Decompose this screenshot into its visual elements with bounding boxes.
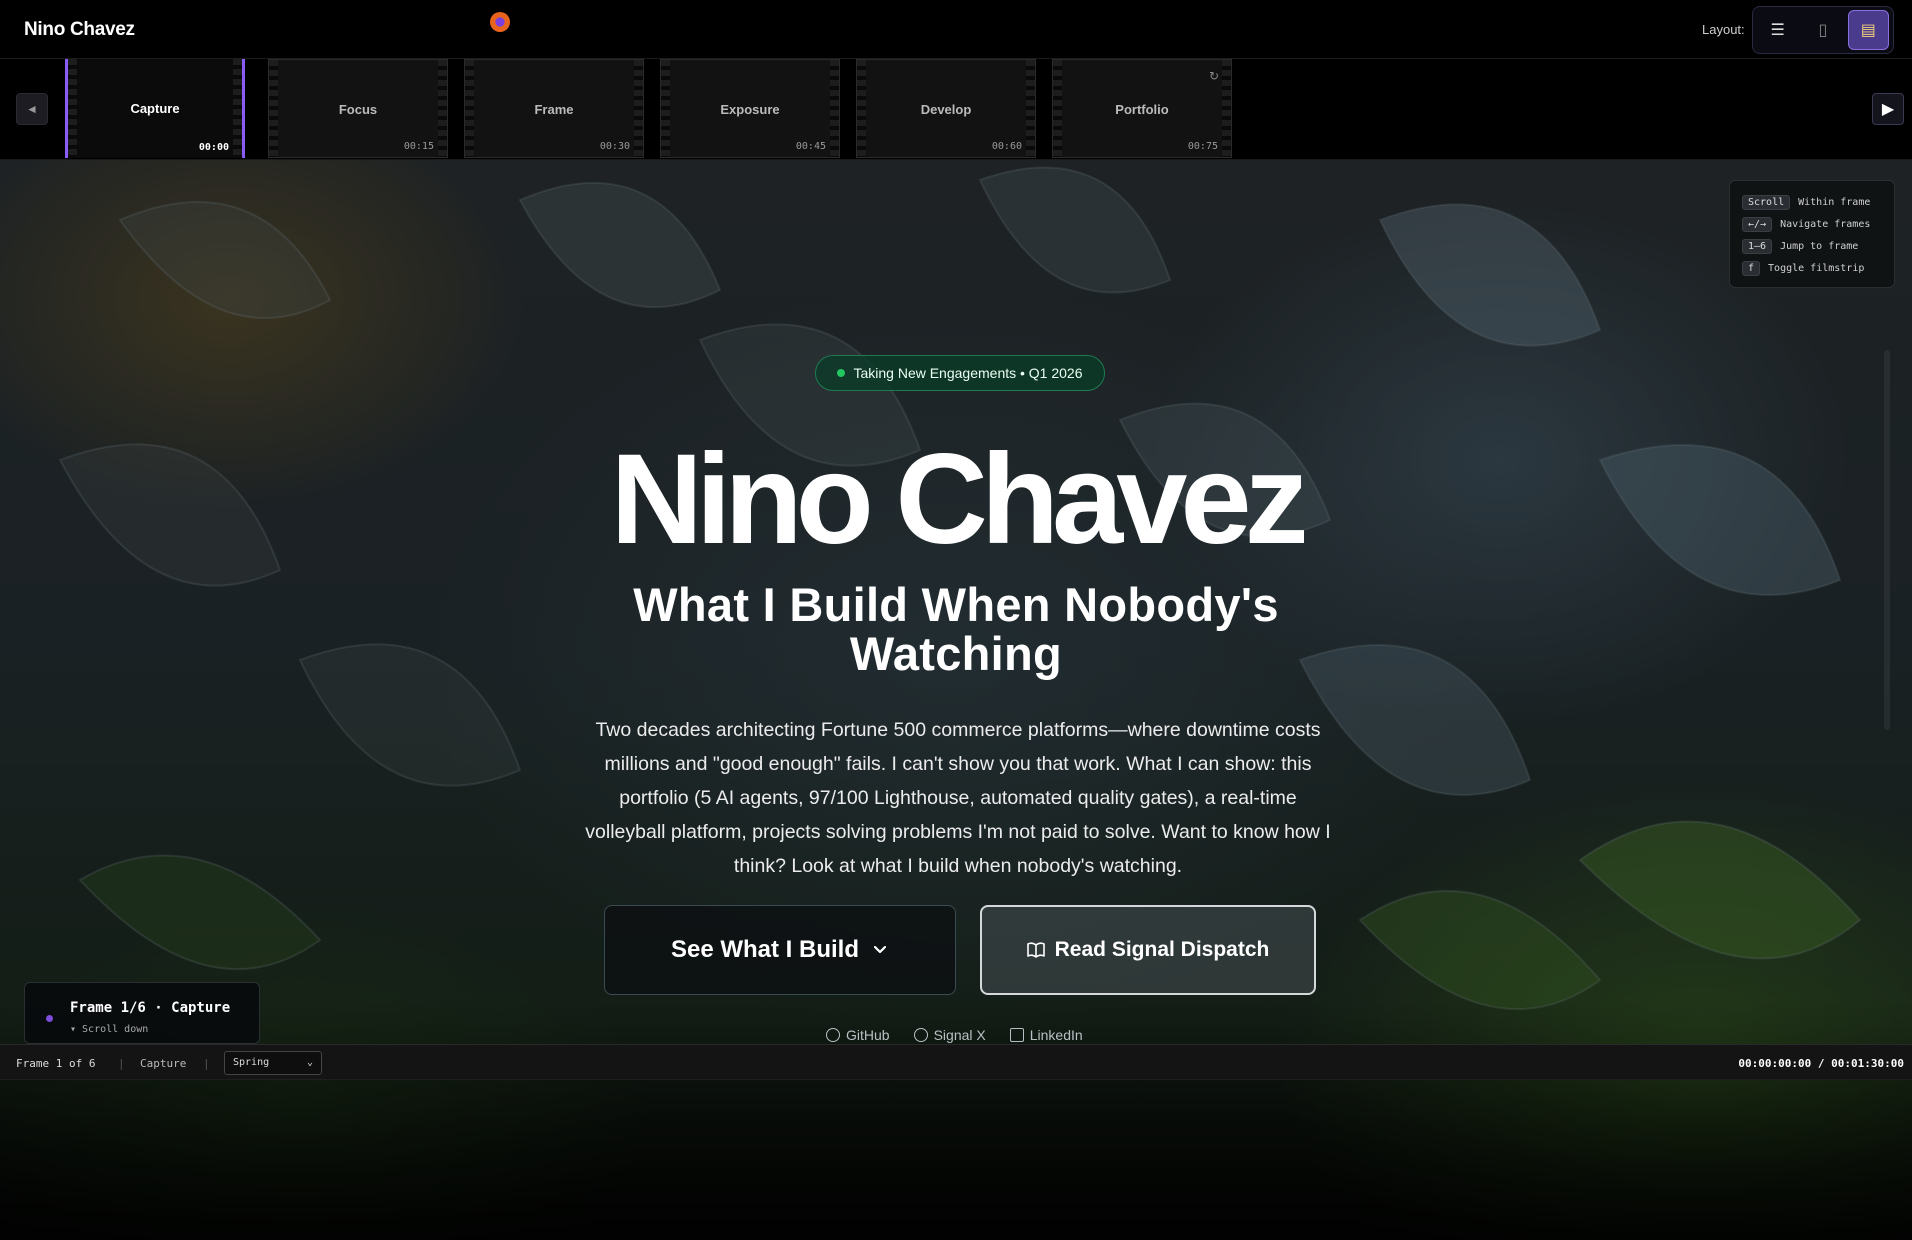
list-icon: ☰ <box>1770 22 1785 39</box>
filmstrip: ◄ Capture 00:00 Focus 00:15 Frame 00:30 … <box>0 59 1912 160</box>
frame-card-develop[interactable]: Develop 00:60 <box>856 59 1036 158</box>
frame-card-title: Capture <box>130 101 180 116</box>
frame-dot-icon <box>46 1015 53 1022</box>
brand-logo-text[interactable]: Nino Chavez <box>24 19 135 41</box>
shortcut-description: Navigate frames <box>1780 218 1871 230</box>
frame-card-exposure[interactable]: Exposure 00:45 <box>660 59 840 158</box>
separator: | <box>203 1057 210 1070</box>
frame-card-time: 00:15 <box>403 141 434 152</box>
filmstrip-play-button[interactable]: ▶ <box>1872 93 1904 125</box>
linkedin-link-label: LinkedIn <box>1029 1027 1083 1043</box>
layout-list-button[interactable]: ☰ <box>1757 10 1798 50</box>
hero-description: Two decades architecting Fortune 500 com… <box>585 719 1331 877</box>
read-signal-dispatch-button[interactable]: Read Signal Dispatch <box>980 905 1316 995</box>
see-what-i-build-button[interactable]: See What I Build <box>604 905 956 995</box>
status-orb-icon[interactable] <box>490 12 510 32</box>
frame-card-capture[interactable]: Capture 00:00 <box>65 59 245 158</box>
github-icon <box>913 1028 928 1042</box>
signal-x-link-label: Signal X <box>933 1027 986 1043</box>
status-dot-icon <box>837 369 846 377</box>
shortcut-key: ←/→ <box>1742 216 1773 232</box>
current-frame-indicator: Frame 1/6 · Capture ▾ Scroll down <box>24 982 260 1044</box>
frame-card-title: Frame <box>534 102 574 117</box>
see-what-i-build-label: See What I Build <box>670 936 859 963</box>
frame-card-time: 00:45 <box>795 141 826 152</box>
github-icon <box>826 1028 840 1042</box>
frame-card-time: 00:75 <box>1187 141 1218 152</box>
shortcut-row: 1–6 Jump to frame <box>1742 235 1882 257</box>
frame-card-time: 00:60 <box>991 141 1022 152</box>
github-link-label: GitHub <box>846 1027 890 1043</box>
frame-name: Capture <box>140 1057 187 1070</box>
frame-card-time: 00:30 <box>599 141 630 152</box>
season-select-value: Spring <box>233 1057 270 1068</box>
layout-book-button[interactable]: ▯ <box>1802 10 1843 50</box>
open-book-icon <box>1026 942 1045 958</box>
frame-card-focus[interactable]: Focus 00:15 <box>268 59 448 158</box>
github-link[interactable]: GitHub <box>826 1027 890 1043</box>
frame-card-portfolio[interactable]: ↻ Portfolio 00:75 <box>1052 59 1232 158</box>
frame-card-time: 00:00 <box>198 142 229 153</box>
top-navigation-bar: Nino Chavez Layout: ☰ ▯ ▤ <box>0 0 1912 59</box>
separator: | <box>118 1057 125 1070</box>
availability-badge: Taking New Engagements • Q1 2026 <box>815 355 1105 391</box>
read-signal-dispatch-label: Read Signal Dispatch <box>1054 938 1270 961</box>
timecode: 00:00:00:00 / 00:01:30:00 <box>1738 1057 1904 1070</box>
layout-filmstrip-button[interactable]: ▤ <box>1847 10 1890 50</box>
frame-card-title: Exposure <box>720 102 780 117</box>
shortcut-row: ←/→ Navigate frames <box>1742 213 1882 235</box>
frame-card-title: Focus <box>338 102 378 117</box>
refresh-icon: ↻ <box>1208 69 1219 83</box>
chevron-down-icon: ⌄ <box>306 1057 313 1068</box>
play-icon: ▶ <box>1881 101 1895 118</box>
book-icon: ▯ <box>1818 22 1828 39</box>
layout-switcher: ☰ ▯ ▤ <box>1752 6 1894 54</box>
frame-card-title: Develop <box>920 102 972 117</box>
frame-card-title: Portfolio <box>1115 102 1169 117</box>
social-links: GitHub Signal X LinkedIn <box>826 1027 1083 1043</box>
linkedin-icon <box>1009 1028 1024 1042</box>
shortcut-description: Within frame <box>1798 196 1871 208</box>
chevron-down-icon <box>873 945 887 954</box>
signal-x-link[interactable]: Signal X <box>913 1027 986 1043</box>
shortcut-key: 1–6 <box>1742 238 1773 254</box>
shortcut-row: f Toggle filmstrip <box>1742 257 1882 279</box>
shortcut-description: Toggle filmstrip <box>1768 262 1865 274</box>
shortcut-row: Scroll Within frame <box>1742 191 1882 213</box>
shortcut-key: f <box>1742 260 1761 276</box>
frame-card-frame[interactable]: Frame 00:30 <box>464 59 644 158</box>
layout-label: Layout: <box>1702 22 1745 37</box>
shortcut-key: Scroll <box>1742 194 1791 210</box>
filmstrip-icon: ▤ <box>1860 22 1876 39</box>
linkedin-link[interactable]: LinkedIn <box>1009 1027 1083 1043</box>
keyboard-shortcuts-panel: Scroll Within frame ←/→ Navigate frames … <box>1729 180 1895 288</box>
bottom-status-bar: Frame 1 of 6 | Capture | Spring ⌄ 00:00:… <box>0 1044 1912 1080</box>
hero-subtitle: What I Build When Nobody's Watching <box>633 578 1279 680</box>
hero-title: Nino Chavez <box>610 428 1308 571</box>
filmstrip-prev-button[interactable]: ◄ <box>16 93 48 125</box>
availability-badge-text: Taking New Engagements • Q1 2026 <box>853 365 1083 381</box>
arrow-left-icon: ◄ <box>26 102 38 116</box>
current-frame-title: Frame 1/6 · Capture <box>70 1000 231 1016</box>
shortcut-description: Jump to frame <box>1780 240 1859 252</box>
scroll-hint: ▾ Scroll down <box>70 1024 149 1035</box>
frame-counter: Frame 1 of 6 <box>16 1057 96 1070</box>
season-select[interactable]: Spring ⌄ <box>224 1051 322 1075</box>
